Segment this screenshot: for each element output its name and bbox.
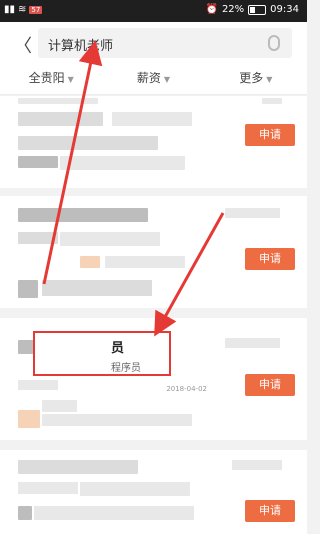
blurred-text <box>18 98 98 104</box>
status-right: ⏰ 22% 09:34 <box>205 4 299 15</box>
signal-icon: ▮▮ <box>4 4 16 15</box>
blurred-text <box>18 232 58 244</box>
alarm-icon: ⏰ <box>205 4 218 15</box>
blurred-text <box>225 338 280 348</box>
blurred-text <box>34 506 194 520</box>
back-arrow-icon[interactable]: 〈 <box>14 32 32 58</box>
status-bar: ▮▮ ≋ 57 ⏰ 22% 09:34 <box>0 0 307 22</box>
wifi-icon: ≋ <box>18 4 27 15</box>
clock: 09:34 <box>270 4 299 15</box>
blurred-text <box>18 340 34 354</box>
blurred-text <box>262 98 282 104</box>
blurred-text <box>80 256 100 268</box>
search-input[interactable]: 计算机老师 <box>38 28 292 58</box>
filter-bar: 全贵阳 ▼ 薪资 ▼ 更多 ▼ <box>0 64 307 95</box>
blurred-text <box>18 208 148 222</box>
list-item[interactable]: 申请 <box>0 96 307 188</box>
chevron-down-icon: ▼ <box>163 75 171 84</box>
status-left: ▮▮ ≋ 57 <box>4 4 43 15</box>
blurred-text <box>18 460 138 474</box>
blurred-text <box>18 156 58 168</box>
notification-badge: 57 <box>29 5 43 14</box>
filter-more-label: 更多 <box>239 71 264 85</box>
apply-button[interactable]: 申请 <box>245 124 295 146</box>
apply-button[interactable]: 申请 <box>245 248 295 270</box>
job-title: 员 <box>111 341 125 356</box>
blurred-text <box>60 232 160 246</box>
list-item[interactable]: 申请 <box>0 450 307 534</box>
blurred-text <box>42 414 192 426</box>
post-date: 2018-04-02 <box>166 385 207 393</box>
blurred-text <box>112 112 192 126</box>
search-query: 计算机老师 <box>48 39 114 54</box>
filter-salary[interactable]: 薪资 ▼ <box>102 64 204 94</box>
chevron-down-icon: ▼ <box>266 75 273 84</box>
blurred-text <box>18 136 158 150</box>
blurred-text <box>225 208 280 218</box>
filter-location[interactable]: 全贵阳 ▼ <box>0 64 102 94</box>
blurred-text <box>18 112 103 126</box>
blurred-text <box>18 280 38 298</box>
blurred-text <box>18 506 32 520</box>
blurred-text <box>42 400 77 412</box>
blurred-text <box>232 460 282 470</box>
list-item[interactable]: 申请 <box>0 196 307 308</box>
blurred-text <box>42 280 152 296</box>
battery-percent: 22% <box>221 4 245 15</box>
chevron-down-icon: ▼ <box>67 75 74 84</box>
blurred-text <box>80 482 190 496</box>
search-header: 〈 计算机老师 <box>0 22 307 64</box>
filter-salary-label: 薪资 <box>136 71 161 85</box>
apply-button[interactable]: 申请 <box>245 374 295 396</box>
battery-icon <box>248 4 267 15</box>
apply-button[interactable]: 申请 <box>245 500 295 522</box>
blurred-text <box>18 380 58 390</box>
filter-location-label: 全贵阳 <box>28 71 65 85</box>
blurred-text <box>60 156 185 170</box>
blurred-text <box>105 256 185 268</box>
highlighted-job-title: 员 程序员 <box>33 331 171 376</box>
blurred-text <box>18 410 40 428</box>
job-category: 程序员 <box>111 363 141 374</box>
filter-more[interactable]: 更多 ▼ <box>205 64 307 94</box>
mic-icon[interactable] <box>268 35 280 51</box>
blurred-text <box>18 482 78 494</box>
